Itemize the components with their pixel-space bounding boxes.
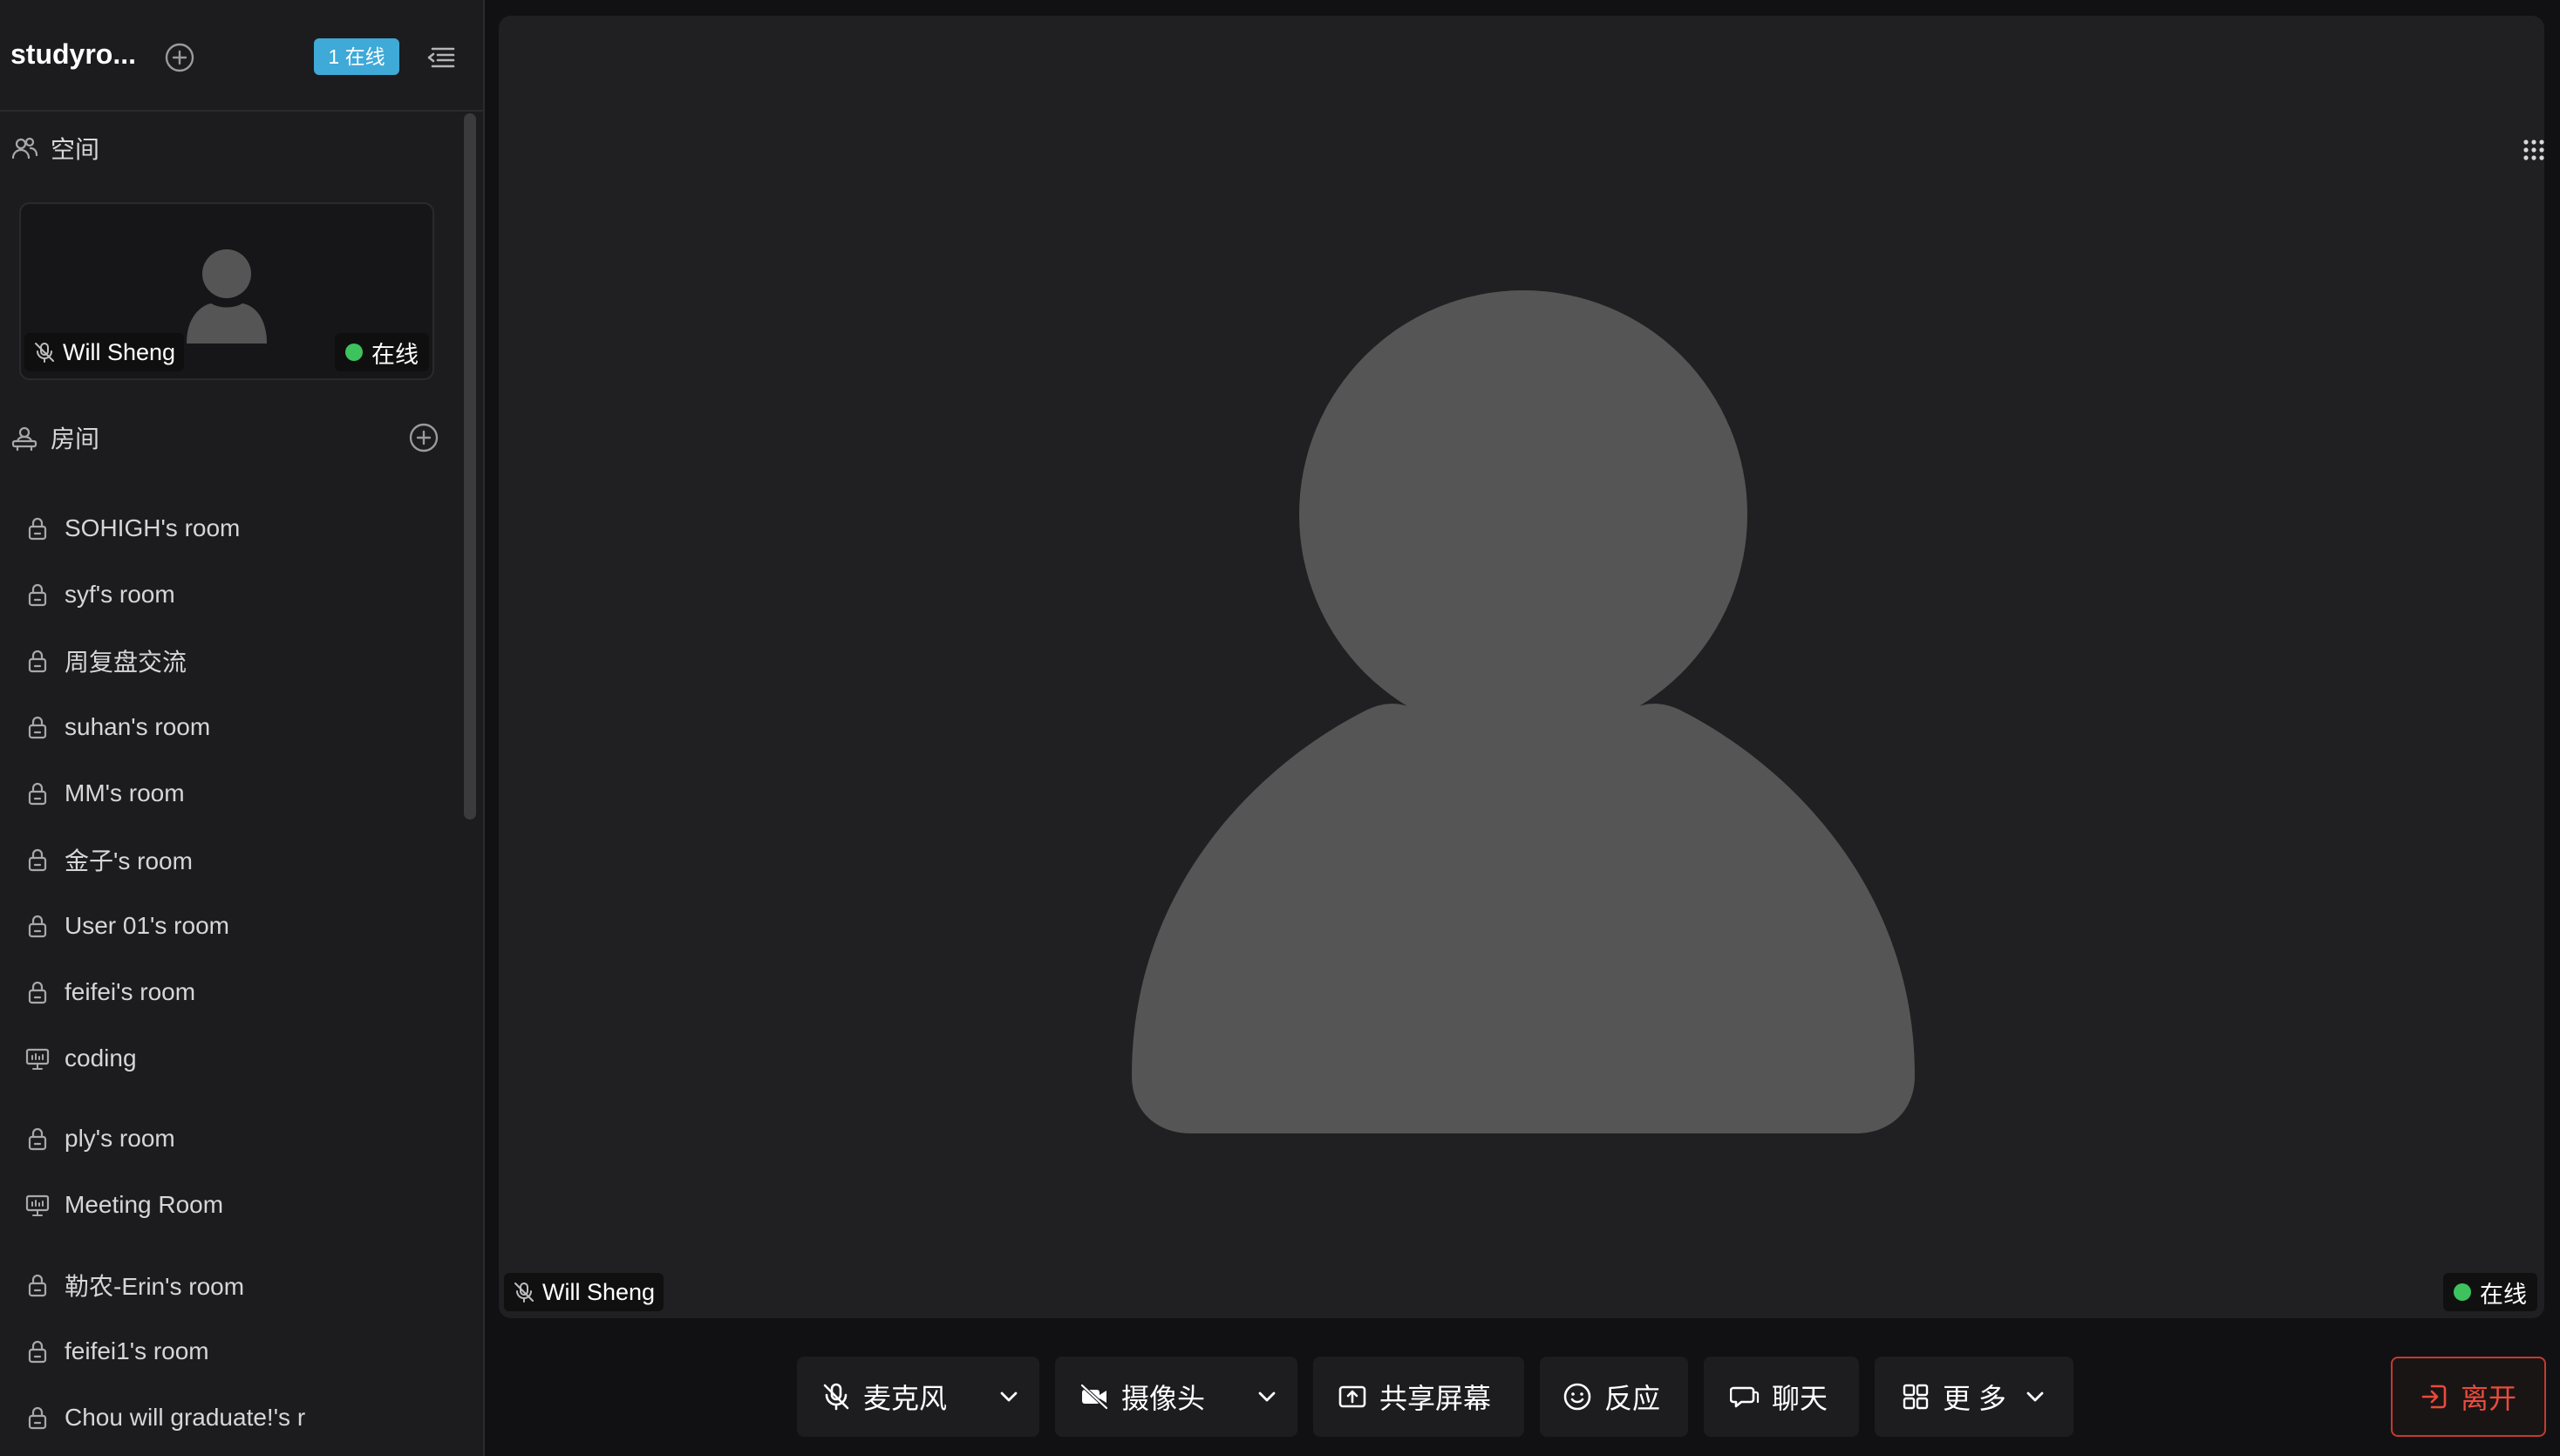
grid-apps-icon <box>1901 1382 1930 1412</box>
add-room-icon[interactable] <box>408 422 439 453</box>
user-name-tag: Will Sheng <box>24 333 185 371</box>
mic-muted-icon <box>33 341 56 364</box>
user-name: Will Sheng <box>63 338 176 365</box>
mic-button[interactable]: 麦克风 <box>797 1357 947 1437</box>
lock-icon <box>24 847 51 873</box>
smiley-icon <box>1563 1382 1592 1412</box>
participant-name: Will Sheng <box>542 1278 656 1305</box>
stage-status-badge: 在线 <box>2443 1273 2537 1311</box>
space-section-label: 空间 <box>51 136 100 163</box>
status-badge: 在线 <box>335 333 429 371</box>
room-label: MM's room <box>65 779 185 806</box>
share-screen-label: 共享屏幕 <box>1379 1383 1492 1414</box>
room-item[interactable]: coding <box>24 1039 137 1078</box>
grid-layout-icon[interactable] <box>2522 138 2544 162</box>
presentation-icon <box>24 1192 51 1218</box>
participant-status: 在线 <box>2480 1281 2527 1308</box>
video-stage: Will Sheng 在线 <box>499 16 2544 1318</box>
room-item[interactable]: 勒农-Erin's room <box>24 1266 244 1304</box>
status-text: 在线 <box>371 341 419 368</box>
room-item[interactable]: ply's room <box>24 1119 175 1158</box>
room-label: 周复盘交流 <box>65 649 187 676</box>
reaction-label: 反应 <box>1604 1383 1661 1414</box>
collapse-sidebar-icon[interactable] <box>426 44 455 71</box>
chat-icon <box>1730 1382 1760 1412</box>
chevron-down-icon <box>2024 1385 2046 1408</box>
room-label: 勒农-Erin's room <box>65 1273 245 1300</box>
sidebar: studyro... 1 在线 空间 Will Sheng 在线 房间 SOHI… <box>0 0 485 1456</box>
lock-icon <box>24 913 51 939</box>
mic-button-group: 麦克风 <box>797 1357 1039 1437</box>
lock-icon <box>24 515 51 541</box>
lock-icon <box>24 979 51 1005</box>
lock-icon <box>24 648 51 674</box>
lock-icon <box>24 714 51 740</box>
lock-icon <box>24 780 51 806</box>
room-item[interactable]: syf's room <box>24 575 175 614</box>
users-icon <box>10 134 38 162</box>
more-button[interactable]: 更 多 <box>1875 1357 2073 1437</box>
room-label: Meeting Room <box>65 1191 224 1218</box>
chat-button[interactable]: 聊天 <box>1704 1357 1859 1437</box>
room-item[interactable]: Meeting Room <box>24 1186 223 1224</box>
lock-icon <box>24 1272 51 1298</box>
room-item[interactable]: suhan's room <box>24 708 210 746</box>
camera-button[interactable]: 摄像头 <box>1055 1357 1205 1437</box>
room-label: syf's room <box>65 581 175 608</box>
room-label: SOHIGH's room <box>65 514 241 541</box>
exit-icon <box>2420 1383 2448 1411</box>
room-label: 金子's room <box>65 847 193 874</box>
camera-off-icon <box>1079 1382 1109 1412</box>
space-section-title: 空间 <box>10 131 99 166</box>
user-card[interactable]: Will Sheng 在线 <box>19 202 434 380</box>
share-screen-button[interactable]: 共享屏幕 <box>1313 1357 1524 1437</box>
room-item[interactable]: feifei's room <box>24 973 195 1011</box>
room-item[interactable]: User 01's room <box>24 907 229 945</box>
camera-label: 摄像头 <box>1121 1383 1206 1414</box>
call-toolbar: 麦克风 摄像头 共享屏幕 反应 聊天 更 多 离开 <box>0 1343 2560 1456</box>
room-label: suhan's room <box>65 713 211 740</box>
leave-label: 离开 <box>2460 1383 2516 1414</box>
room-label: coding <box>65 1044 137 1072</box>
online-count-badge[interactable]: 1 在线 <box>314 38 399 75</box>
chat-label: 聊天 <box>1772 1383 1828 1414</box>
room-label: feifei's room <box>65 978 196 1005</box>
online-dot-icon <box>2454 1283 2471 1301</box>
rooms-section-label: 房间 <box>51 425 100 452</box>
presentation-icon <box>24 1045 51 1072</box>
rooms-icon <box>10 424 38 452</box>
room-item[interactable]: MM's room <box>24 774 185 813</box>
sidebar-scrollbar[interactable] <box>464 113 476 820</box>
mic-muted-icon <box>821 1382 851 1412</box>
mic-options-chevron-down-icon[interactable] <box>997 1385 1020 1408</box>
space-name[interactable]: studyro... <box>10 38 136 71</box>
stage-name-tag: Will Sheng <box>504 1273 664 1311</box>
mic-label: 麦克风 <box>863 1383 948 1414</box>
add-space-icon[interactable] <box>164 42 195 73</box>
sidebar-header: studyro... 1 在线 <box>0 0 483 112</box>
room-item[interactable]: SOHIGH's room <box>24 509 240 548</box>
leave-button[interactable]: 离开 <box>2391 1357 2546 1437</box>
room-label: User 01's room <box>65 912 229 939</box>
room-item[interactable]: 周复盘交流 <box>24 642 187 680</box>
more-label: 更 多 <box>1943 1383 2006 1414</box>
mic-muted-icon <box>513 1281 535 1303</box>
reaction-button[interactable]: 反应 <box>1540 1357 1688 1437</box>
camera-options-chevron-down-icon[interactable] <box>1256 1385 1278 1408</box>
lock-icon <box>24 582 51 608</box>
participant-avatar <box>1132 274 1915 1133</box>
share-screen-icon <box>1338 1382 1367 1412</box>
room-label: ply's room <box>65 1125 175 1152</box>
avatar <box>183 248 270 344</box>
rooms-section-title: 房间 <box>10 420 99 455</box>
room-item[interactable]: 金子's room <box>24 840 193 879</box>
camera-button-group: 摄像头 <box>1055 1357 1297 1437</box>
lock-icon <box>24 1126 51 1152</box>
online-dot-icon <box>345 344 363 361</box>
